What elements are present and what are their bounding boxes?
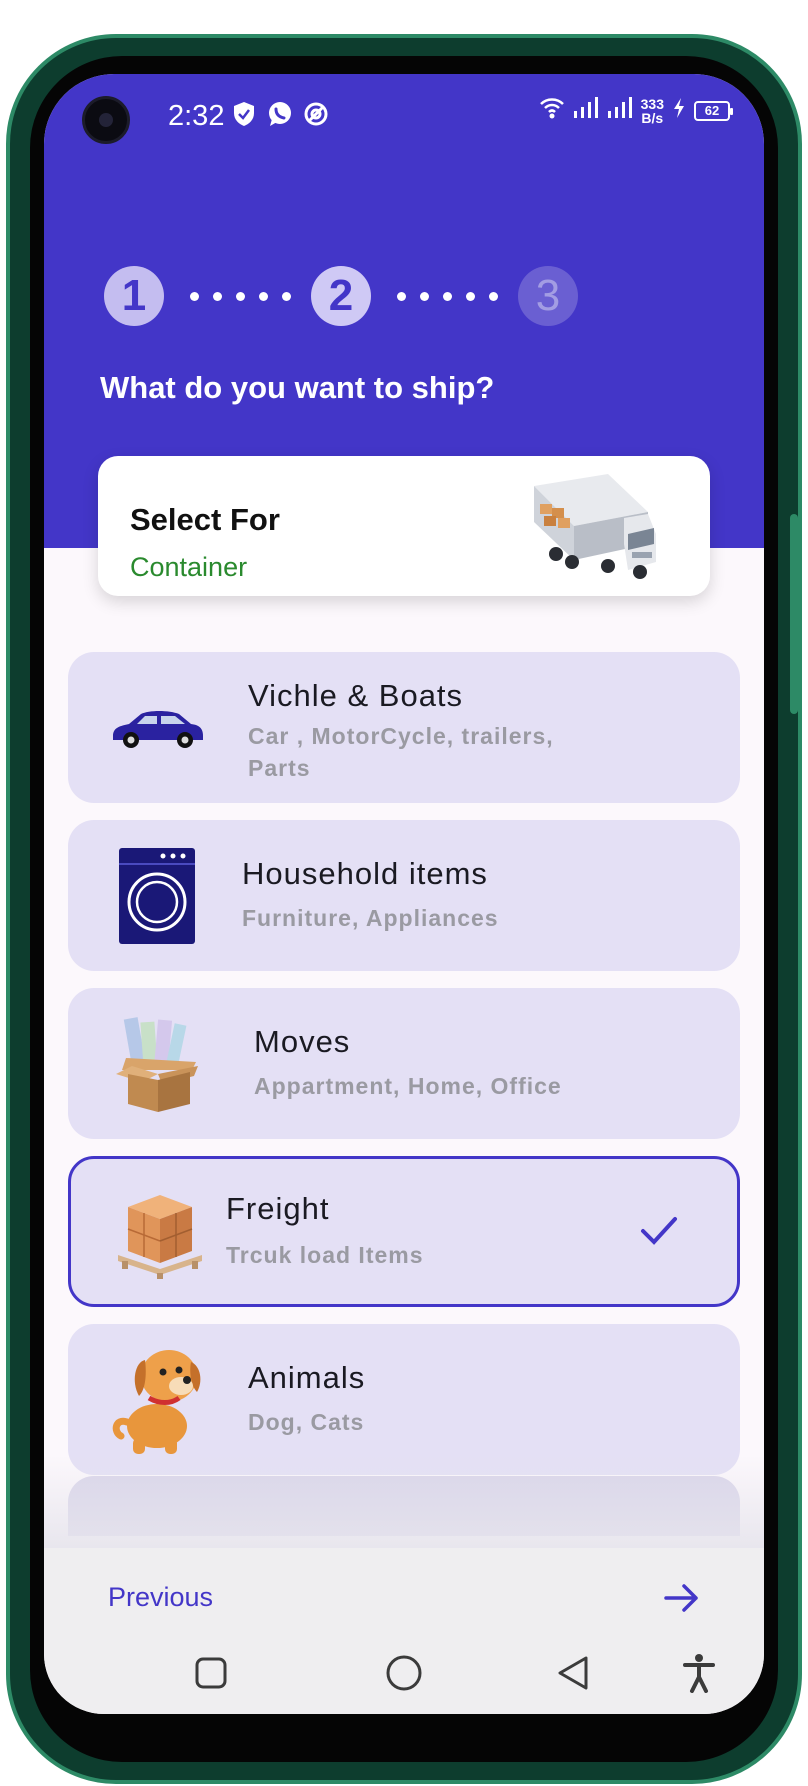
system-nav-bar xyxy=(44,1648,764,1714)
step-3: 3 xyxy=(518,266,578,326)
app-screen: 2:32 333 B/s 62 1 2 3 What do you want t… xyxy=(44,74,764,1714)
select-for-card[interactable]: Select For Container xyxy=(98,456,710,596)
category-name: Vichle & Boats xyxy=(248,678,464,713)
home-button[interactable] xyxy=(379,1648,429,1698)
select-for-title: Select For xyxy=(130,502,280,537)
shield-check-icon xyxy=(230,100,258,128)
checkmark-icon xyxy=(637,1209,681,1253)
network-speed: 333 B/s xyxy=(640,95,664,126)
whatsapp-icon xyxy=(266,100,294,128)
battery-indicator: 62 xyxy=(694,100,733,121)
select-for-value: Container xyxy=(130,552,248,582)
step-connector xyxy=(164,291,311,301)
moving-box-icon xyxy=(102,1010,212,1118)
charging-icon xyxy=(672,97,686,124)
step-connector xyxy=(371,291,518,301)
category-desc: Appartment, Home, Office xyxy=(254,1073,562,1099)
category-vehicles-boats[interactable]: Vichle & Boats Car , MotorCycle, trailer… xyxy=(68,652,740,803)
category-desc: Furniture, Appliances xyxy=(242,905,499,931)
dog-icon xyxy=(102,1346,212,1454)
container-truck-icon xyxy=(528,474,658,584)
category-moves[interactable]: Moves Appartment, Home, Office xyxy=(68,988,740,1139)
category-household-items[interactable]: Household items Furniture, Appliances xyxy=(68,820,740,971)
arrow-right-icon xyxy=(664,1584,698,1612)
category-desc: Car , MotorCycle, trailers, Parts xyxy=(248,723,554,781)
recents-button[interactable] xyxy=(186,1648,236,1698)
triangle-back-icon xyxy=(558,1656,588,1690)
next-button[interactable] xyxy=(660,1576,704,1620)
previous-button[interactable]: Previous xyxy=(108,1582,213,1613)
category-desc: Trcuk load Items xyxy=(226,1242,424,1268)
accessibility-icon xyxy=(683,1654,715,1693)
category-desc: Dog, Cats xyxy=(248,1409,365,1435)
category-freight[interactable]: Freight Trcuk load Items xyxy=(68,1156,740,1307)
step-2: 2 xyxy=(311,266,371,326)
signal-icon xyxy=(573,97,599,124)
car-icon xyxy=(102,674,212,782)
category-list: Vichle & Boats Car , MotorCycle, trailer… xyxy=(68,652,740,1492)
step-1: 1 xyxy=(104,266,164,326)
circle-icon xyxy=(386,1655,422,1691)
category-name: Household items xyxy=(242,856,488,891)
signal-icon xyxy=(607,97,633,124)
pallet-boxes-icon xyxy=(105,1181,215,1289)
category-name: Animals xyxy=(248,1360,366,1395)
progress-stepper: 1 2 3 xyxy=(104,266,578,326)
front-camera xyxy=(82,96,130,144)
notification-icons xyxy=(230,100,330,128)
status-time: 2:32 xyxy=(168,100,225,132)
wifi-icon xyxy=(539,96,565,125)
page-title: What do you want to ship? xyxy=(100,370,495,405)
accessibility-button[interactable] xyxy=(674,1648,724,1698)
square-icon xyxy=(195,1657,227,1689)
phone-side-button xyxy=(790,514,798,714)
scroll-fade xyxy=(44,1454,764,1548)
status-bar: 2:32 333 B/s 62 xyxy=(44,74,764,154)
category-animals[interactable]: Animals Dog, Cats xyxy=(68,1324,740,1475)
category-name: Freight xyxy=(226,1191,330,1226)
wizard-footer: Previous xyxy=(44,1548,764,1648)
system-status-icons: 333 B/s 62 xyxy=(539,95,733,126)
washing-machine-icon xyxy=(102,842,212,950)
back-button[interactable] xyxy=(548,1648,598,1698)
vpn-icon xyxy=(302,100,330,128)
category-name: Moves xyxy=(254,1024,351,1059)
